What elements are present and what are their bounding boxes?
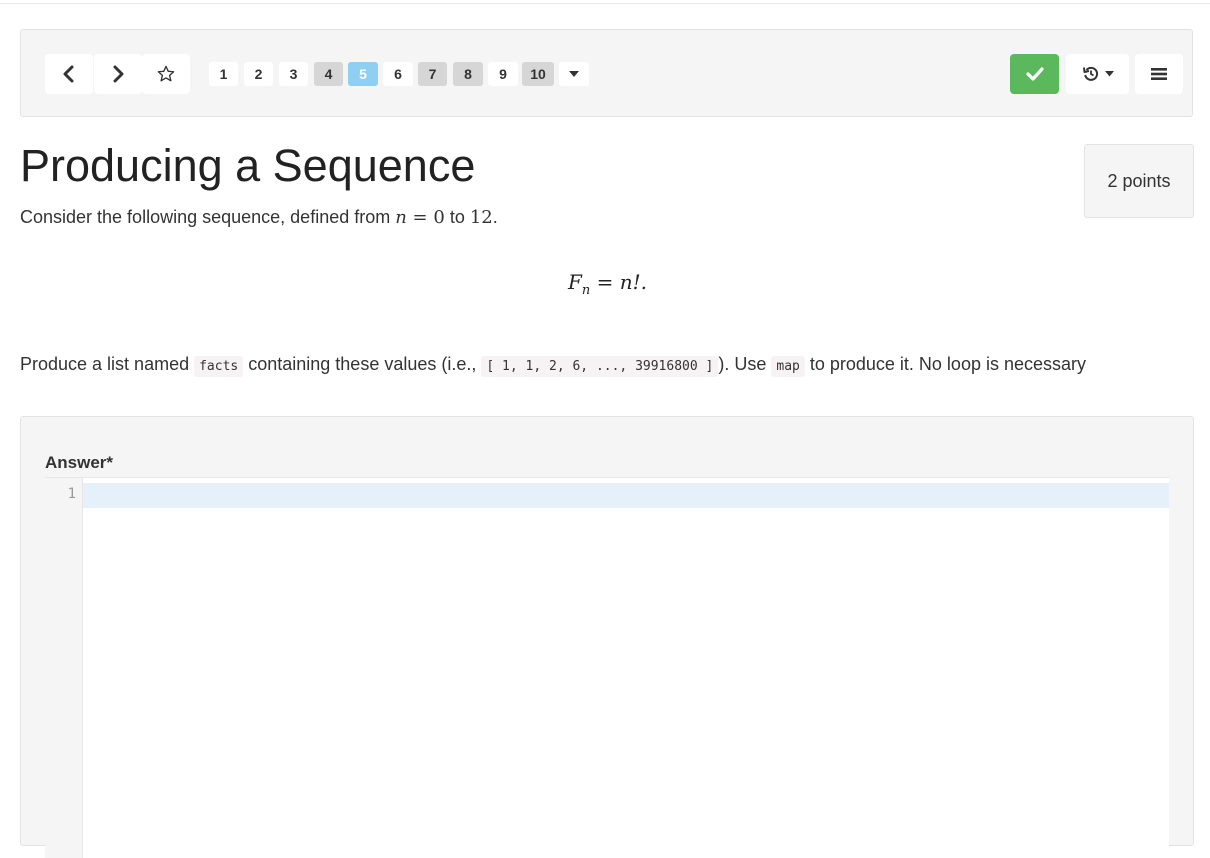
page-button-9[interactable]: 9 [488, 62, 518, 86]
sequence-formula: Fn = n!. [568, 270, 647, 298]
question-prompt: Produce a list named facts containing th… [20, 354, 1087, 377]
star-icon [157, 65, 175, 82]
question-title: Producing a Sequence [20, 140, 476, 191]
history-dropdown-button[interactable] [1066, 54, 1129, 94]
intro-math-12: 12 [469, 207, 493, 228]
check-icon [1025, 67, 1044, 81]
intro-text: Consider the following sequence, defined… [20, 207, 396, 227]
editor-gutter: 1 [45, 478, 83, 858]
hamburger-menu-icon [1151, 68, 1167, 80]
page-button-3[interactable]: 3 [279, 62, 308, 86]
next-button[interactable] [94, 54, 142, 94]
prompt-text-3: ). Use [718, 354, 772, 374]
history-icon [1082, 66, 1098, 81]
prompt-text-4: to produce it. No loop is necessary [804, 354, 1087, 374]
page-button-8[interactable]: 8 [453, 62, 483, 86]
page-button-6[interactable]: 6 [383, 62, 413, 86]
caret-down-icon [569, 71, 579, 77]
answer-label: Answer* [45, 453, 114, 472]
intro-math-eq: = 0 [406, 207, 445, 228]
bookmark-button[interactable] [142, 54, 190, 94]
page-button-1[interactable]: 1 [209, 62, 238, 86]
intro-end: . [492, 207, 498, 227]
answer-panel: Answer* 1 [20, 416, 1194, 858]
formula-f: F [568, 270, 582, 294]
menu-button[interactable] [1135, 54, 1183, 94]
formula-rest: = n!. [590, 270, 648, 294]
line-number: 1 [67, 486, 76, 502]
code-list-example: [ 1, 1, 2, 6, ..., 39916800 ] [481, 356, 719, 377]
top-border [0, 0, 1210, 4]
question-intro: Consider the following sequence, defined… [20, 207, 498, 228]
editor-active-line[interactable] [83, 483, 1169, 508]
intro-to: to [444, 207, 470, 227]
page-button-5-current[interactable]: 5 [348, 62, 378, 86]
page-button-7[interactable]: 7 [418, 62, 447, 86]
prompt-text-1: Produce a list named [20, 354, 195, 374]
code-editor[interactable]: 1 [45, 477, 1169, 858]
page-button-10[interactable]: 10 [522, 62, 554, 86]
intro-math-n: n [395, 207, 407, 228]
page-button-4[interactable]: 4 [314, 62, 343, 86]
chevron-right-icon [113, 65, 124, 83]
page-button-2[interactable]: 2 [244, 62, 273, 86]
caret-down-icon [1104, 71, 1114, 77]
prompt-text-2: containing these values (i.e., [243, 354, 482, 374]
code-facts: facts [194, 356, 244, 377]
question-navbar: 1 2 3 4 5 6 7 8 9 10 [20, 29, 1193, 117]
more-pages-dropdown[interactable] [559, 62, 589, 86]
points-badge: 2 points [1084, 144, 1194, 218]
submit-check-button[interactable] [1010, 54, 1059, 94]
formula-subscript: n [581, 283, 591, 298]
chevron-left-icon [63, 65, 74, 83]
code-map: map [771, 356, 805, 377]
previous-button[interactable] [45, 54, 93, 94]
